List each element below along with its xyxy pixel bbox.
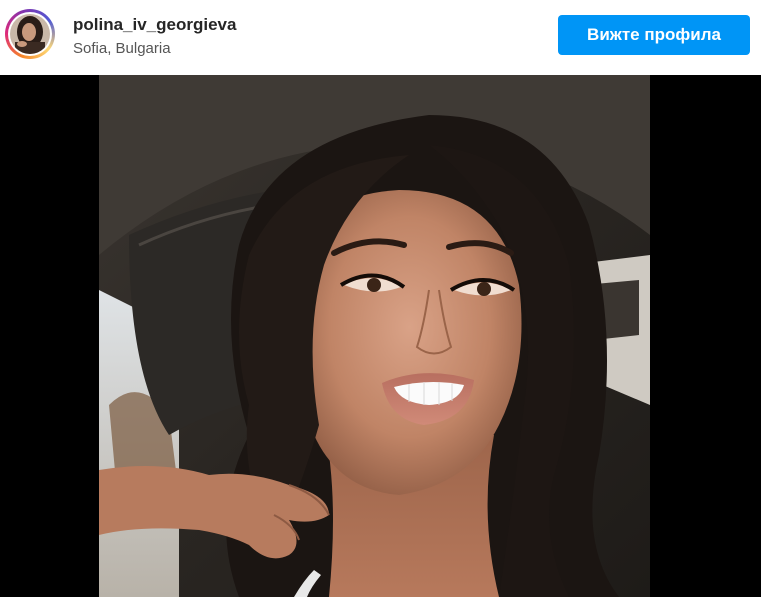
selfie-photo[interactable] xyxy=(99,75,650,597)
profile-photo-icon xyxy=(10,14,50,54)
view-profile-button[interactable]: Вижте профила xyxy=(558,15,750,55)
location-link[interactable]: Sofia, Bulgaria xyxy=(73,38,236,60)
post-header: polina_iv_georgieva Sofia, Bulgaria Вижт… xyxy=(0,0,761,75)
instagram-embed: polina_iv_georgieva Sofia, Bulgaria Вижт… xyxy=(0,0,761,597)
avatar[interactable] xyxy=(5,9,55,59)
avatar-border xyxy=(8,12,52,56)
user-info: polina_iv_georgieva Sofia, Bulgaria xyxy=(73,14,236,60)
post-media[interactable] xyxy=(0,75,761,597)
selfie-illustration xyxy=(99,75,650,597)
username-link[interactable]: polina_iv_georgieva xyxy=(73,14,236,36)
